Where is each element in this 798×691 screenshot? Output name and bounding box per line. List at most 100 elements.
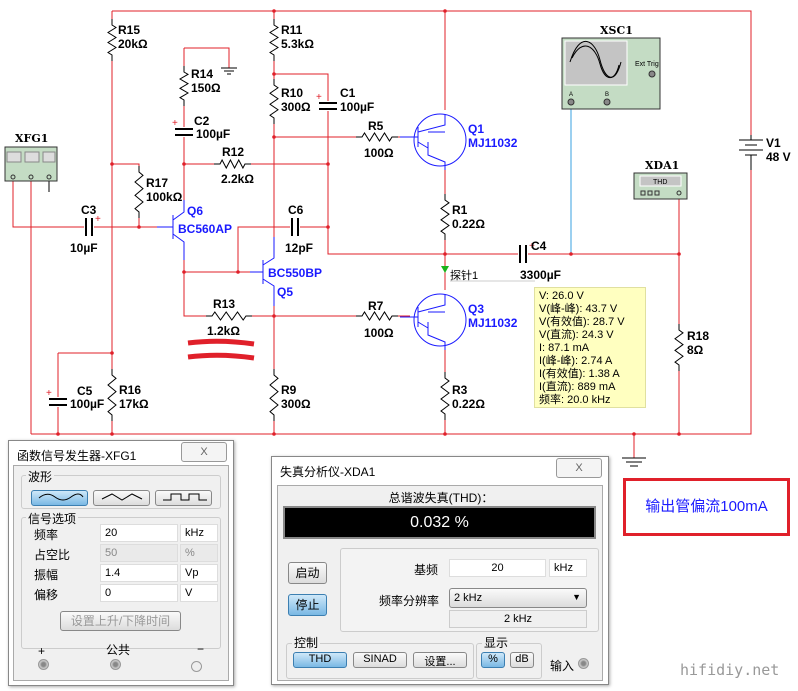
thd-button[interactable]: THD <box>293 652 347 668</box>
c2-ref: C2 <box>194 114 210 128</box>
field-unit: V <box>180 584 218 602</box>
q6-ref: Q6 <box>187 204 203 218</box>
r1-ref: R1 <box>452 203 468 217</box>
rise-fall-time-button[interactable]: 设置上升/下降时间 <box>60 611 181 631</box>
q5-model: BC550BP <box>268 266 322 280</box>
junction-dot <box>56 432 60 436</box>
field-unit: Vp <box>180 564 218 582</box>
analyzer-body: 总谐波失真(THD)： 0.032 % 启动 停止 基频 20 kHz 频率分辨… <box>277 485 603 681</box>
q6-model: BC560AP <box>178 222 232 236</box>
start-button[interactable]: 启动 <box>288 562 327 584</box>
close-button[interactable]: X <box>556 458 602 478</box>
junction-dot <box>326 225 330 229</box>
r16-ref: R16 <box>119 383 141 397</box>
r13-value: 1.2kΩ <box>207 324 240 338</box>
field-input: 50 <box>100 544 178 562</box>
r12-ref: R12 <box>222 145 244 159</box>
common-label: 公共 <box>106 643 131 657</box>
probe-line: V(峰-峰): 43.7 V <box>539 303 618 315</box>
junction-dot <box>182 162 186 166</box>
function-generator-instrument[interactable] <box>4 146 58 182</box>
distortion-analyzer-instrument[interactable] <box>633 172 688 200</box>
r17-ref: R17 <box>146 176 168 190</box>
xfg-label: XFG1 <box>15 132 48 145</box>
wire <box>184 47 230 68</box>
junction-dot <box>632 432 636 436</box>
distortion-analyzer-window: 失真分析仪-XDA1 X 总谐波失真(THD)： 0.032 % 启动 停止 基… <box>271 456 609 685</box>
db-button[interactable]: dB <box>510 652 534 668</box>
square-icon <box>162 493 207 501</box>
r7-ref: R7 <box>368 299 384 313</box>
resolution-label: 频率分辨率 <box>379 594 440 608</box>
junction-dot <box>110 351 114 355</box>
c1-ref: C1 <box>340 86 356 100</box>
sine-wave-button[interactable] <box>31 490 88 506</box>
probe-label: 探针1 <box>450 268 478 282</box>
r9-ref: R9 <box>281 383 297 397</box>
field-input[interactable]: 20 <box>100 524 178 542</box>
plus-terminal[interactable] <box>38 659 49 670</box>
stop-button[interactable]: 停止 <box>288 594 327 616</box>
junction-dot <box>236 270 240 274</box>
polarity-plus: + <box>172 118 178 129</box>
r9-value: 300Ω <box>281 397 311 411</box>
probe-readout: V: 26.0 V V(峰-峰): 43.7 V V(有效值): 28.7 V V(直… <box>534 287 646 408</box>
common-terminal[interactable] <box>110 659 121 670</box>
close-button[interactable]: X <box>181 442 227 462</box>
q3-ref: Q3 <box>468 302 484 316</box>
junction-dot <box>137 225 141 229</box>
settings-button[interactable]: 设置... <box>413 652 467 668</box>
r12-value: 2.2kΩ <box>221 172 254 186</box>
resolution-select[interactable]: 2 kHz ▼ <box>449 588 587 608</box>
r14-ref: R14 <box>191 67 213 81</box>
ground-icon <box>221 67 237 75</box>
r15-ref: R15 <box>118 23 140 37</box>
sinad-button[interactable]: SINAD <box>353 652 407 668</box>
xsc-ext-trig: Ext Trig <box>635 61 659 68</box>
options-group-label: 信号选项 <box>26 510 79 527</box>
r3-ref: R3 <box>452 383 468 397</box>
field-unit: kHz <box>180 524 218 542</box>
sine-icon <box>38 493 83 501</box>
wire <box>183 164 274 317</box>
c6-ref: C6 <box>288 203 304 217</box>
v1-value: 48 V <box>766 150 791 164</box>
junction-dot <box>272 72 276 76</box>
minus-terminal[interactable] <box>191 661 202 672</box>
resolution-selected: 2 kHz <box>454 592 483 604</box>
redaction-scribble <box>187 338 255 361</box>
c4-ref: C4 <box>531 239 547 253</box>
oscilloscope-instrument[interactable] <box>561 37 661 110</box>
fundamental-unit[interactable]: kHz <box>549 559 587 577</box>
field-input[interactable]: 0 <box>100 584 178 602</box>
ground-icon <box>622 457 646 467</box>
r15-value: 20kΩ <box>118 37 148 51</box>
r18-value: 8Ω <box>687 343 704 357</box>
q5-ref: Q5 <box>277 285 293 299</box>
percent-button[interactable]: % <box>481 652 505 668</box>
c1-value: 100µF <box>340 100 374 114</box>
probe-line: I(峰-峰): 2.74 A <box>539 355 613 367</box>
xsc-b: B <box>605 92 609 98</box>
control-group-label: 控制 <box>292 634 321 651</box>
c2-value: 100µF <box>196 127 230 141</box>
mask <box>410 290 472 350</box>
r16-value: 17kΩ <box>119 397 149 411</box>
square-wave-button[interactable] <box>155 490 212 506</box>
junction-dot <box>272 314 276 318</box>
r3-value: 0.22Ω <box>452 397 485 411</box>
field-input[interactable]: 1.4 <box>100 564 178 582</box>
triangle-wave-button[interactable] <box>93 490 150 506</box>
r11-ref: R11 <box>281 23 303 37</box>
plus-label: + <box>38 644 46 658</box>
probe-marker-icon[interactable] <box>441 266 449 273</box>
xda-screen: THD <box>653 179 667 186</box>
probe-line: 频率: 20.0 kHz <box>539 394 611 406</box>
junction-dot <box>326 162 330 166</box>
resolution-readout: 2 kHz <box>449 610 587 628</box>
r17-value: 100kΩ <box>146 190 183 204</box>
input-terminal[interactable] <box>578 658 589 669</box>
r5-ref: R5 <box>368 119 384 133</box>
polarity-plus: + <box>316 92 322 103</box>
fundamental-input[interactable]: 20 <box>449 559 546 577</box>
